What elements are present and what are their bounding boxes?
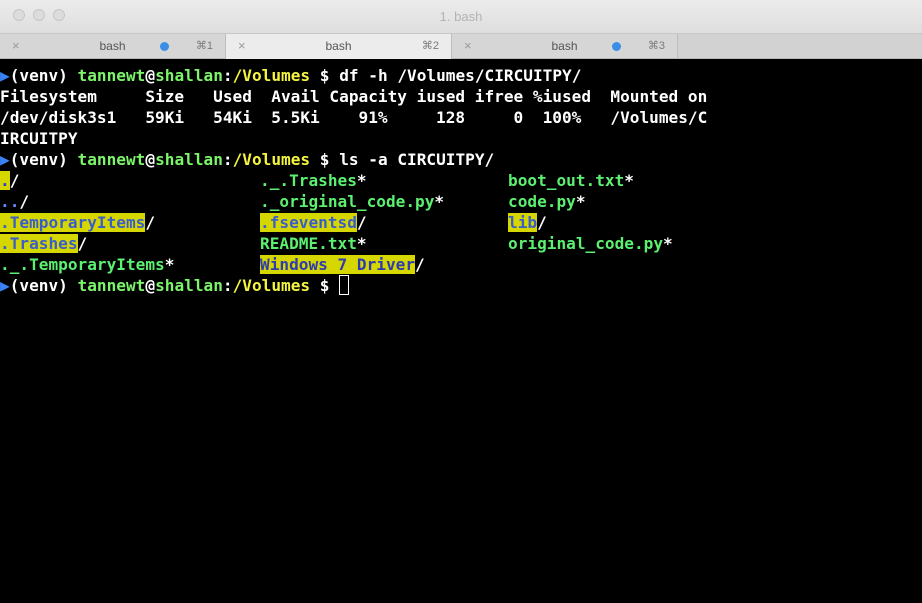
ls-entry: Windows 7 Driver/ bbox=[260, 255, 425, 274]
tab-shortcut: ⌘1 bbox=[195, 40, 213, 52]
ls-dir-name: .Trashes bbox=[0, 234, 78, 253]
ls-entry: boot_out.txt* bbox=[508, 171, 634, 190]
prompt-dir: /Volumes bbox=[232, 66, 311, 85]
prompt-at: @ bbox=[145, 66, 156, 85]
tab-bash-1[interactable]: × bash ⌘1 bbox=[0, 34, 226, 59]
ls-entry: ../ bbox=[0, 192, 30, 211]
prompt-sigil: $ bbox=[310, 276, 340, 295]
terminal-output[interactable]: ▶(venv) tannewt@shallan:/Volumes $ df -h… bbox=[0, 60, 922, 603]
command-text: df -h /Volumes/CIRCUITPY/ bbox=[339, 66, 582, 85]
ls-file-name: README.txt bbox=[260, 234, 357, 253]
ls-dir-name: .fseventsd bbox=[260, 213, 357, 232]
prompt-sigil: $ bbox=[310, 66, 340, 85]
prompt-line-ls: ▶(venv) tannewt@shallan:/Volumes $ ls -a… bbox=[0, 149, 494, 170]
prompt-venv: (venv) bbox=[9, 276, 78, 295]
prompt-host: shallan bbox=[155, 150, 223, 169]
prompt-user: tannewt bbox=[77, 66, 146, 85]
prompt-at: @ bbox=[145, 150, 156, 169]
ls-entry: .fseventsd/ bbox=[260, 213, 367, 232]
window-title: 1. bash bbox=[439, 9, 483, 24]
prompt-marker-icon: ▶ bbox=[0, 276, 10, 295]
tab-label: bash bbox=[99, 39, 126, 53]
prompt-colon: : bbox=[222, 66, 233, 85]
prompt-dir: /Volumes bbox=[232, 276, 311, 295]
ls-file-name: ._original_code.py bbox=[260, 192, 435, 211]
prompt-colon: : bbox=[222, 150, 233, 169]
prompt-line-current: ▶(venv) tannewt@shallan:/Volumes $ bbox=[0, 275, 350, 296]
ls-dir-name: Windows 7 Driver bbox=[260, 255, 416, 274]
prompt-sigil: $ bbox=[310, 150, 340, 169]
ls-entry: lib/ bbox=[508, 213, 547, 232]
ls-file-name: boot_out.txt bbox=[508, 171, 625, 190]
ls-entry: ._original_code.py* bbox=[260, 192, 445, 211]
prompt-dir: /Volumes bbox=[232, 150, 311, 169]
ls-dir-name: .. bbox=[0, 192, 20, 211]
df-header: Filesystem Size Used Avail Capacity iuse… bbox=[0, 87, 708, 106]
terminal-window: 1. bash × bash ⌘1 × bash ⌘2 × bash ⌘3 ▶(… bbox=[0, 0, 922, 603]
prompt-host: shallan bbox=[155, 276, 223, 295]
command-text: ls -a CIRCUITPY/ bbox=[339, 150, 495, 169]
ls-file-name: code.py bbox=[508, 192, 576, 211]
activity-dot-icon bbox=[612, 42, 621, 51]
prompt-host: shallan bbox=[155, 66, 223, 85]
ls-entry: ._.Trashes* bbox=[260, 171, 367, 190]
ls-dir-name: .TemporaryItems bbox=[0, 213, 146, 232]
prompt-venv: (venv) bbox=[9, 150, 78, 169]
prompt-user: tannewt bbox=[77, 276, 146, 295]
tab-shortcut: ⌘2 bbox=[421, 40, 439, 52]
tab-shortcut: ⌘3 bbox=[647, 40, 665, 52]
text-cursor bbox=[339, 275, 350, 295]
ls-file-name: ._.TemporaryItems bbox=[0, 255, 165, 274]
ls-dir-name: . bbox=[0, 171, 10, 190]
ls-file-name: ._.Trashes bbox=[260, 171, 357, 190]
prompt-venv: (venv) bbox=[9, 66, 78, 85]
ls-entry: original_code.py* bbox=[508, 234, 673, 253]
ls-entry: code.py* bbox=[508, 192, 586, 211]
ls-entry: ./ bbox=[0, 171, 20, 190]
prompt-user: tannewt bbox=[77, 150, 146, 169]
tab-label: bash bbox=[551, 39, 578, 53]
df-row-wrap: IRCUITPY bbox=[0, 129, 78, 148]
ls-entry: README.txt* bbox=[260, 234, 367, 253]
prompt-at: @ bbox=[145, 276, 156, 295]
tab-bash-3[interactable]: × bash ⌘3 bbox=[452, 34, 678, 59]
ls-file-name: original_code.py bbox=[508, 234, 664, 253]
ls-entry: .TemporaryItems/ bbox=[0, 213, 156, 232]
activity-dot-icon bbox=[160, 42, 169, 51]
tab-bash-2[interactable]: × bash ⌘2 bbox=[226, 34, 452, 59]
df-row: /dev/disk3s1 59Ki 54Ki 5.5Ki 91% 128 0 1… bbox=[0, 108, 708, 127]
ls-dir-name: lib bbox=[508, 213, 538, 232]
prompt-marker-icon: ▶ bbox=[0, 66, 10, 85]
prompt-line-df: ▶(venv) tannewt@shallan:/Volumes $ df -h… bbox=[0, 65, 581, 86]
ls-entry: ._.TemporaryItems* bbox=[0, 255, 175, 274]
tab-bar-empty-space bbox=[678, 34, 922, 58]
ls-entry: .Trashes/ bbox=[0, 234, 88, 253]
prompt-marker-icon: ▶ bbox=[0, 150, 10, 169]
tab-bar: × bash ⌘1 × bash ⌘2 × bash ⌘3 bbox=[0, 34, 922, 59]
tab-label: bash bbox=[325, 39, 352, 53]
prompt-colon: : bbox=[222, 276, 233, 295]
title-bar: 1. bash bbox=[0, 0, 922, 34]
